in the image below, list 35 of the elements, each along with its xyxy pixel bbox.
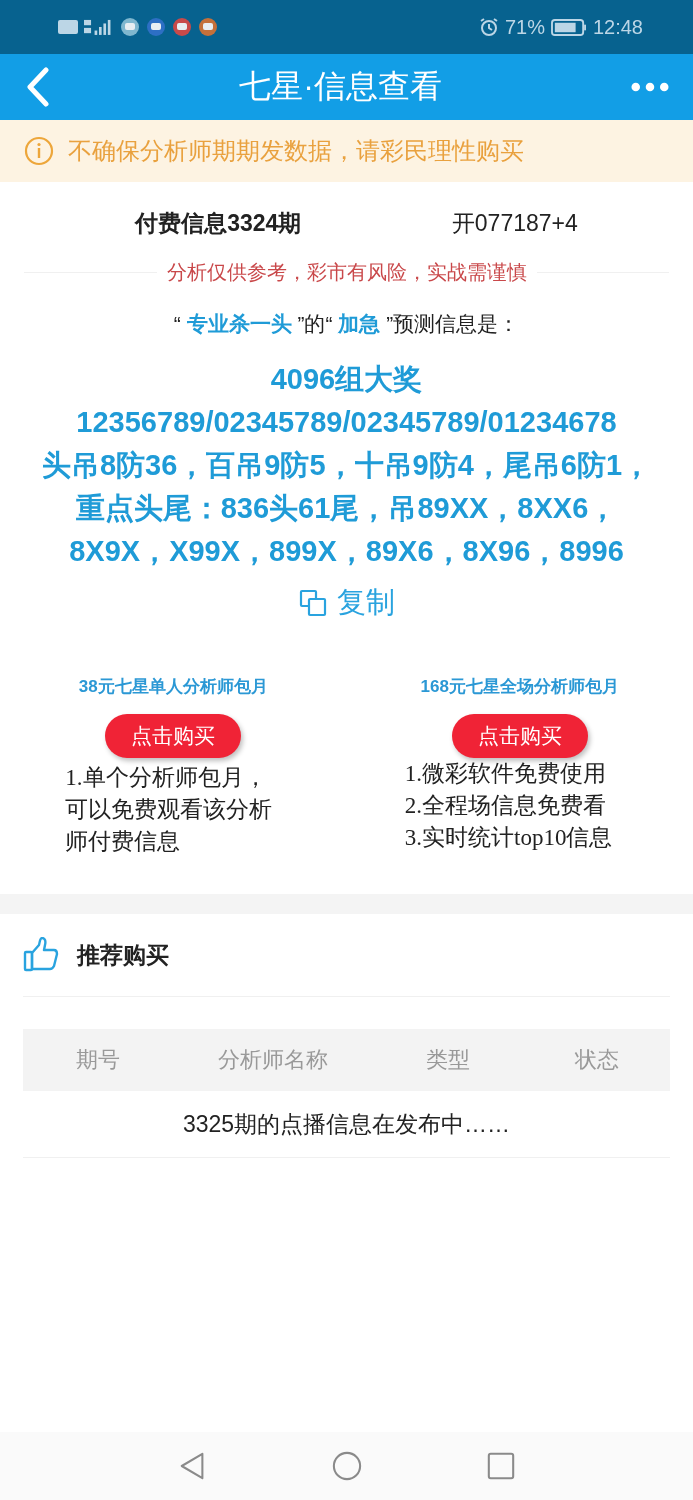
prediction-text: 头吊8防36，百吊9防5，十吊9防4，尾吊6防1，重点头尾：836头61尾，吊89XX，8XX6，8X9X，X99X，899X，89X6，8X96，8996 <box>40 448 653 569</box>
plan-feature: 1.单个分析师包月，可以免费观看该分析师付费信息 <box>65 764 274 856</box>
plan-feature: 3.实时统计top10信息 <box>404 824 614 852</box>
draw-result: 开077187+4 <box>451 209 578 238</box>
section-title: 推荐购买 <box>77 940 169 970</box>
back-icon[interactable] <box>26 67 50 107</box>
plan-feature: 1.微彩软件免费使用 <box>404 760 607 788</box>
battery-percentage: 71% <box>504 15 545 39</box>
prediction-text: 12356789/02345789/02345789/01234678 <box>75 405 618 440</box>
alarm-icon <box>478 17 499 37</box>
buy-button[interactable]: 点击购买 <box>451 714 588 758</box>
copy-icon <box>298 589 327 617</box>
recent-apps-icon[interactable] <box>485 1451 516 1481</box>
disclaimer-text: 分析仅供参考，彩市有风险，实战需谨慎 <box>166 260 527 285</box>
home-icon[interactable] <box>331 1451 362 1481</box>
thumbs-up-icon <box>23 937 59 973</box>
battery-icon <box>550 18 587 36</box>
plan-title: 38元七星单人分析师包月 <box>78 676 268 698</box>
prediction-heading: “ 专业杀一头 ”的“ 加急 ”预测信息是： <box>173 311 520 337</box>
page-title: 七星·信息查看 <box>239 67 442 106</box>
buy-button[interactable]: 点击购买 <box>105 714 242 758</box>
column-header: 分析师名称 <box>218 1046 328 1074</box>
clock: 12:48 <box>592 15 643 39</box>
plan-title: 168元七星全场分析师包月 <box>420 676 619 698</box>
empty-table-message: 3325期的点播信息在发布中…… <box>23 1091 670 1158</box>
prediction-text: 4096组大奖 <box>269 362 424 397</box>
column-header: 类型 <box>426 1046 470 1074</box>
copy-button[interactable]: 复制 <box>298 583 395 623</box>
notice-text: 不确保分析师期期发数据，请彩民理性购买 <box>68 136 524 166</box>
column-header: 状态 <box>574 1046 619 1074</box>
info-icon <box>24 136 54 166</box>
column-header: 期号 <box>76 1046 120 1074</box>
issue-title: 付费信息3324期 <box>135 209 302 238</box>
plan-feature: 2.全程场信息免费看 <box>404 792 607 820</box>
more-icon[interactable] <box>631 82 669 92</box>
